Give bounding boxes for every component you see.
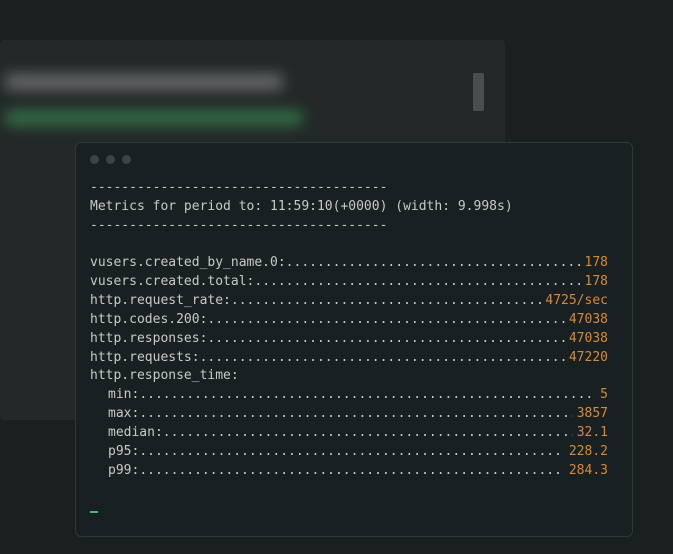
cursor	[90, 511, 98, 513]
metric-row: http.request_rate: .....................…	[90, 292, 608, 311]
metric-value: 3857	[573, 405, 608, 424]
metric-row: p99: ...................................…	[90, 462, 608, 481]
metric-value: 284.3	[565, 462, 608, 481]
metric-label: median:	[108, 424, 163, 443]
metric-value: 47220	[565, 349, 608, 368]
metric-value: 47038	[565, 330, 608, 349]
metrics-title: Metrics for period to: 11:59:10(+0000) (…	[90, 198, 608, 217]
metric-value: 178	[581, 254, 608, 273]
dots-fill: ........................................…	[207, 311, 564, 330]
dots-fill: ........................................…	[163, 424, 573, 443]
blurred-text-line	[4, 74, 284, 90]
dots-fill: ........................................…	[207, 330, 564, 349]
response-time-list: min: ...................................…	[90, 386, 608, 480]
metric-value: 228.2	[565, 443, 608, 462]
metric-row: max: ...................................…	[90, 405, 608, 424]
scrollbar-handle[interactable]	[473, 73, 484, 111]
metric-label: vusers.created.total:	[90, 273, 254, 292]
dots-fill: ........................................…	[139, 462, 565, 481]
dots-fill: ........................................…	[254, 273, 580, 292]
metrics-list: vusers.created_by_name.0: ..............…	[90, 254, 608, 367]
metric-label: http.requests:	[90, 349, 200, 368]
window-dot[interactable]	[90, 155, 99, 164]
metric-row: http.requests: .........................…	[90, 349, 608, 368]
metric-label: http.responses:	[90, 330, 207, 349]
metric-value: 5	[596, 386, 608, 405]
metric-label: min:	[108, 386, 139, 405]
metric-row: p95: ...................................…	[90, 443, 608, 462]
dots-fill: ........................................…	[139, 386, 596, 405]
dots-fill: ........................................…	[286, 254, 581, 273]
window-dot[interactable]	[122, 155, 131, 164]
metric-row: min: ...................................…	[90, 386, 608, 405]
dashes-line: --------------------------------------	[90, 179, 608, 198]
metric-label: http.codes.200:	[90, 311, 207, 330]
dots-fill: ........................................…	[231, 292, 541, 311]
dashes-line: --------------------------------------	[90, 217, 608, 236]
terminal-window: -------------------------------------- M…	[75, 142, 633, 537]
metric-value: 47038	[565, 311, 608, 330]
metric-value: 32.1	[573, 424, 608, 443]
metric-label: max:	[108, 405, 139, 424]
dots-fill: ........................................…	[139, 405, 572, 424]
metric-label: vusers.created_by_name.0:	[90, 254, 286, 273]
dots-fill: ........................................…	[200, 349, 565, 368]
metric-row: http.codes.200: ........................…	[90, 311, 608, 330]
metric-row: median: ................................…	[90, 424, 608, 443]
response-time-label: http.response_time:	[90, 367, 608, 386]
metric-label: http.request_rate:	[90, 292, 231, 311]
dots-fill: ........................................…	[139, 443, 565, 462]
metric-label: p95:	[108, 443, 139, 462]
terminal-output[interactable]: -------------------------------------- M…	[76, 173, 616, 526]
metric-value: 4725/sec	[541, 292, 608, 311]
metric-label: p99:	[108, 462, 139, 481]
metric-row: vusers.created.total: ..................…	[90, 273, 608, 292]
blurred-text-line-green	[4, 110, 304, 126]
metric-value: 178	[581, 273, 608, 292]
window-dot[interactable]	[106, 155, 115, 164]
metric-row: vusers.created_by_name.0: ..............…	[90, 254, 608, 273]
window-controls	[76, 143, 632, 164]
metric-row: http.responses: ........................…	[90, 330, 608, 349]
